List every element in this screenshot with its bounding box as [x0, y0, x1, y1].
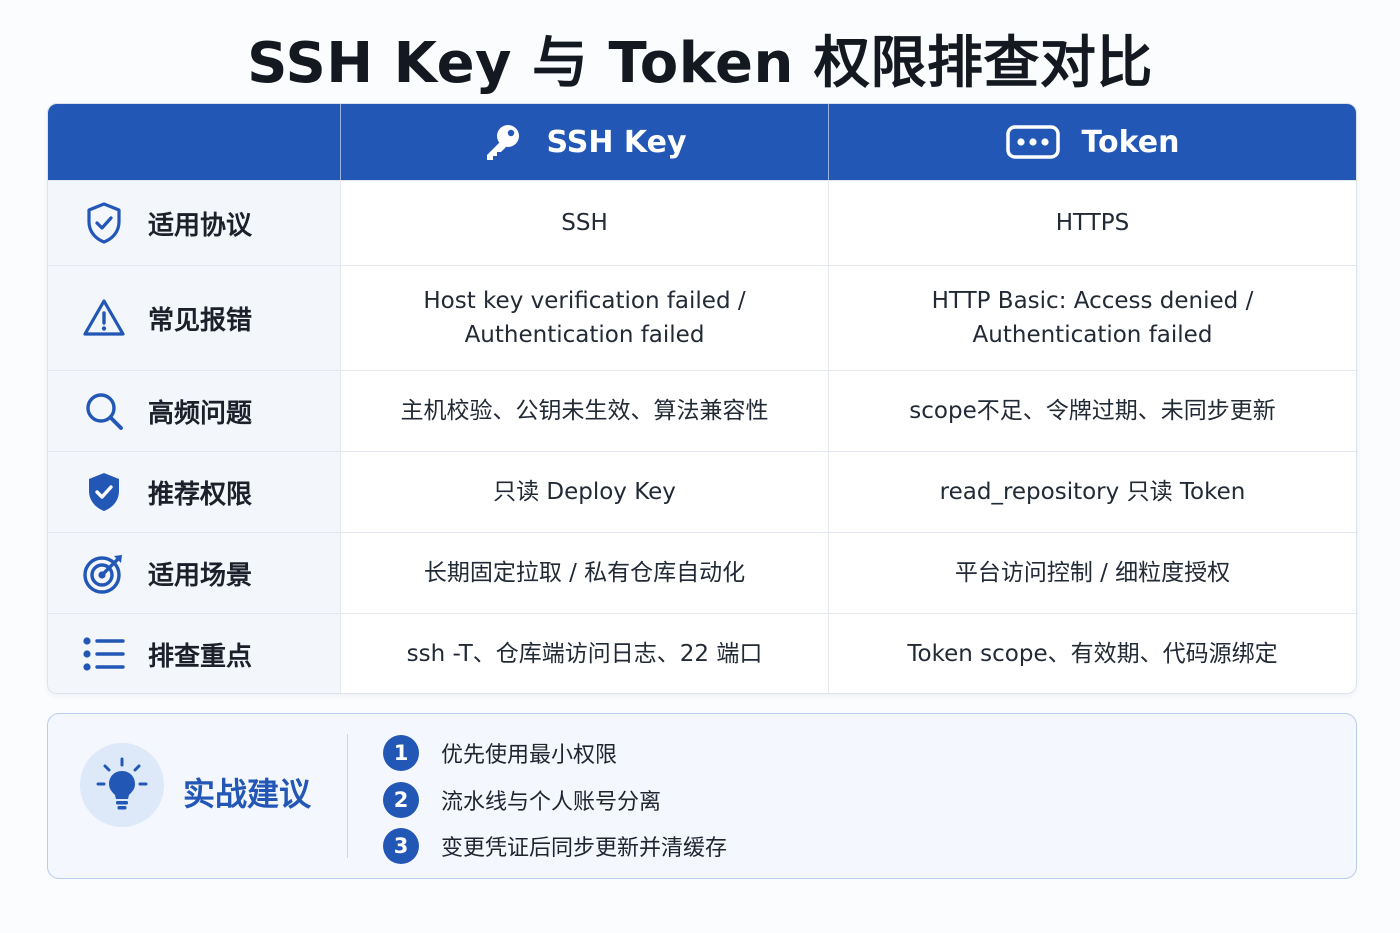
token-cell: HTTP Basic: Access denied / Authenticati…: [931, 288, 1254, 348]
row-label-text: 适用协议: [148, 210, 253, 241]
token-cell: Token scope、有效期、代码源绑定: [907, 641, 1278, 667]
tips-title: 实战建议: [183, 775, 312, 813]
row-label-text: 适用场景: [148, 560, 253, 591]
target-icon: [80, 549, 128, 597]
row-label-text: 常见报错: [148, 305, 253, 336]
token-cell: scope不足、令牌过期、未同步更新: [909, 398, 1276, 424]
column-header-token-label: Token: [1081, 124, 1180, 160]
row-label: 推荐权限: [48, 452, 341, 532]
table-row: 适用场景 长期固定拉取 / 私有仓库自动化 平台访问控制 / 细粒度授权: [48, 532, 1356, 613]
row-label: 常见报错: [48, 266, 341, 370]
tip-text: 变更凭证后同步更新并清缓存: [441, 836, 728, 862]
row-label: 排查重点: [48, 614, 341, 693]
token-cell: read_repository 只读 Token: [939, 479, 1246, 505]
tip-text: 流水线与个人账号分离: [441, 789, 662, 815]
list-item: 2 流水线与个人账号分离: [383, 777, 727, 824]
token-cell: HTTPS: [1055, 210, 1130, 236]
row-label-text: 高频问题: [148, 398, 253, 429]
tip-text: 优先使用最小权限: [441, 743, 618, 769]
lightbulb-icon: [80, 743, 164, 827]
row-label-text: 推荐权限: [148, 479, 253, 510]
key-icon: [482, 121, 524, 163]
table-header: SSH Key Token: [48, 104, 1356, 180]
shield-filled-check-icon: [80, 468, 128, 516]
shield-check-icon: [80, 199, 128, 247]
table-row: 常见报错 Host key verification failed / Auth…: [48, 265, 1356, 370]
row-label: 适用场景: [48, 533, 341, 613]
row-label: 适用协议: [48, 181, 341, 265]
table-row: 推荐权限 只读 Deploy Key read_repository 只读 To…: [48, 451, 1356, 532]
ssh-cell: 长期固定拉取 / 私有仓库自动化: [341, 533, 829, 613]
ssh-cell: 主机校验、公钥未生效、算法兼容性: [341, 371, 829, 451]
comparison-table: SSH Key Token 适用协议 SSH HTTPS 常见报错 Host k…: [47, 103, 1357, 694]
ssh-cell: ssh -T、仓库端访问日志、22 端口: [341, 614, 829, 693]
column-header-token: Token: [829, 104, 1356, 180]
page-title: SSH Key 与 Token 权限排查对比: [247, 31, 1153, 96]
warning-icon: [80, 294, 128, 342]
table-row: 适用协议 SSH HTTPS: [48, 180, 1356, 265]
list-item: 3 变更凭证后同步更新并清缓存: [383, 823, 727, 870]
ssh-cell: SSH: [341, 181, 829, 265]
list-icon: [80, 630, 128, 678]
tips-list: 1 优先使用最小权限 2 流水线与个人账号分离 3 变更凭证后同步更新并清缓存: [383, 730, 727, 870]
row-label: 高频问题: [48, 371, 341, 451]
number-badge: 1: [383, 735, 419, 772]
number-badge: 3: [383, 828, 419, 865]
header-corner: [48, 104, 341, 180]
ssh-cell: 只读 Deploy Key: [341, 452, 829, 532]
number-badge: 2: [383, 781, 419, 818]
search-icon: [80, 387, 128, 435]
column-header-ssh: SSH Key: [341, 104, 829, 180]
table-row: 排查重点 ssh -T、仓库端访问日志、22 端口 Token scope、有效…: [48, 613, 1356, 693]
tips-divider: [347, 734, 348, 858]
list-item: 1 优先使用最小权限: [383, 730, 727, 777]
token-cell: 平台访问控制 / 细粒度授权: [954, 560, 1231, 586]
password-dots-icon: [1005, 124, 1060, 160]
row-label-text: 排查重点: [148, 641, 253, 672]
table-row: 高频问题 主机校验、公钥未生效、算法兼容性 scope不足、令牌过期、未同步更新: [48, 370, 1356, 451]
ssh-cell: Host key verification failed / Authentic…: [341, 266, 829, 370]
column-header-ssh-label: SSH Key: [546, 124, 687, 160]
tips-panel: 实战建议 1 优先使用最小权限 2 流水线与个人账号分离 3 变更凭证后同步更新…: [47, 713, 1357, 879]
